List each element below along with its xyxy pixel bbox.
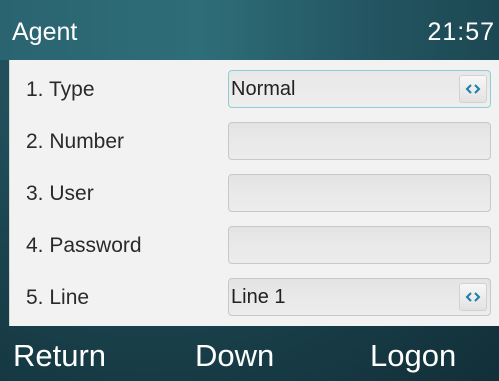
user-input[interactable] <box>228 174 491 212</box>
type-selector-button[interactable] <box>459 75 487 103</box>
phone-screen: Agent 21:57 1. Type Normal 2. Number 3. … <box>0 0 499 381</box>
number-input[interactable] <box>228 122 491 160</box>
type-label: 1. Type <box>26 78 95 101</box>
user-row: 3. User <box>10 168 499 220</box>
password-row: 4. Password <box>10 220 499 272</box>
type-row: 1. Type Normal <box>10 64 499 116</box>
left-right-chevron-icon <box>465 84 481 94</box>
number-row: 2. Number <box>10 116 499 168</box>
type-select[interactable]: Normal <box>228 70 491 108</box>
line-value: Line 1 <box>231 286 286 308</box>
softkey-bar: Return Down Logon <box>0 326 499 381</box>
type-value: Normal <box>231 78 296 100</box>
return-softkey[interactable]: Return <box>13 336 106 376</box>
logon-softkey[interactable]: Logon <box>370 336 456 376</box>
down-softkey[interactable]: Down <box>195 336 274 376</box>
line-row: 5. Line Line 1 <box>10 272 499 324</box>
line-selector-button[interactable] <box>459 283 487 311</box>
user-label: 3. User <box>26 182 94 205</box>
password-input[interactable] <box>228 226 491 264</box>
page-title: Agent <box>12 18 78 46</box>
clock: 21:57 <box>427 18 495 46</box>
number-label: 2. Number <box>26 130 125 153</box>
agent-form: 1. Type Normal 2. Number 3. User 4. Pass… <box>9 60 499 326</box>
line-select[interactable]: Line 1 <box>228 278 491 316</box>
left-right-chevron-icon <box>465 292 481 302</box>
line-label: 5. Line <box>26 286 90 309</box>
password-label: 4. Password <box>26 234 142 257</box>
title-bar: Agent 21:57 <box>0 0 499 60</box>
